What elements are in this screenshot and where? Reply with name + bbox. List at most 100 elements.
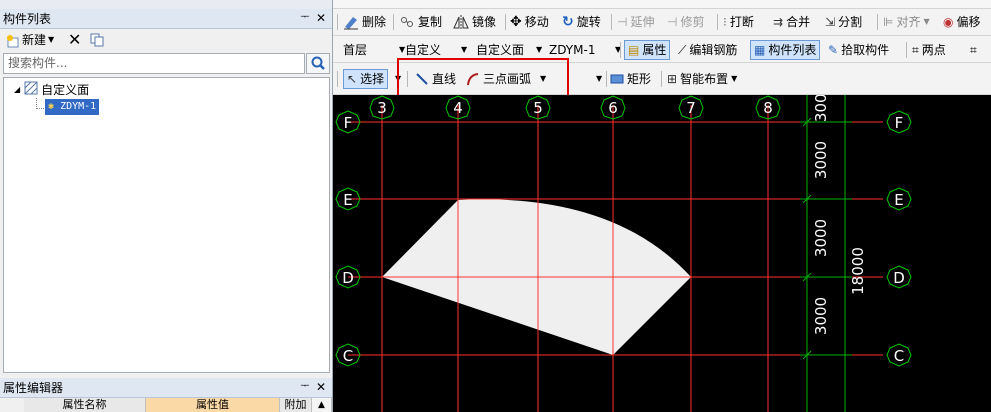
align-button[interactable]: ⊫ 对齐 ▼ [883,12,930,32]
component-tree: ◢ 自定义面 ✱ ZDYM-1 [3,77,330,373]
dimension-text: 3000 [812,219,830,257]
axis-label-row: D [342,269,354,287]
edit-rebar-button[interactable]: ⟋ 编辑钢筋 [678,40,737,60]
offset-button[interactable]: ◉ 偏移 [943,12,981,32]
copy-component-icon[interactable] [90,29,104,51]
dropdown-arrow-icon: ▼ [48,35,55,44]
search-icon [311,56,325,70]
split-button[interactable]: ⇲ 分割 [825,12,862,32]
search-input[interactable]: 搜索构件... [3,53,305,74]
axis-bubble-col[interactable]: 7 [678,95,704,120]
merge-icon: ⇉ [773,15,784,29]
rectangle-button[interactable]: 矩形 [610,69,651,89]
copy-label: 复制 [418,15,443,29]
search-button[interactable] [306,53,330,74]
align-icon: ⊫ [883,15,894,29]
axis-bubble-row[interactable]: C [886,343,912,367]
move-button[interactable]: ✥ 移动 [510,12,549,32]
delete-component-icon[interactable]: ✕ [68,29,81,51]
component-list-title-text: 构件列表 [3,12,52,26]
align-label: 对齐 [896,15,921,29]
prop-col-value[interactable]: 属性值 [146,398,280,412]
edit-rebar-label: 编辑钢筋 [689,43,738,57]
axis-bubble-col[interactable]: 6 [600,95,626,120]
axis-label-col: 4 [453,99,463,117]
delete-button[interactable]: 删除 [343,12,386,32]
trim-icon: ⊣ [667,15,678,29]
axis-bubble-row[interactable]: E [886,187,912,211]
new-button[interactable]: 新建 ▼ [6,29,54,51]
axis-label-row: C [343,347,353,365]
property-editor-title-text: 属性编辑器 [3,381,64,395]
component-list-button[interactable]: ▦ 构件列表 [750,40,821,60]
component-select[interactable]: ZDYM-1 ▼ [549,40,621,60]
rebar-icon: ⟋ [678,43,687,57]
row-axis-bubbles-left: F E D C [335,110,361,367]
pin-icon[interactable]: ᅮ [300,381,310,393]
merge-button[interactable]: ⇉ 合并 [773,12,810,32]
pin-icon[interactable]: ᅮ [300,12,310,24]
new-button-label: 新建 [22,33,47,47]
collapse-icon[interactable]: ◢ [14,82,20,98]
component-list-panel: 构件列表 ᅮ ✕ 新建 ▼ ✕ 搜索构件... ◢ 自定义面 ✱ ZDYM-1 … [0,0,332,412]
axis-bubble-col[interactable]: 8 [755,95,781,120]
axis-bubble-col[interactable]: 5 [525,95,551,120]
toolbar-top-edge [333,0,991,9]
move-icon: ✥ [510,14,522,30]
edit-toolbar: 删除 复制 镜像 ✥ 移动 ↻ 旋转 ⊣ 延伸 ⊣ 修剪 ⁝ 打断 ⇉ 合并 ⇲… [333,9,991,36]
properties-button[interactable]: ▤ 属性 [624,40,671,60]
two-points-icon: ⌗ [912,43,919,57]
break-label: 打断 [729,15,754,29]
pick-icon: ✎ [828,43,839,57]
close-icon[interactable]: ✕ [314,11,328,25]
axis-label-col: 3 [377,99,387,117]
dimension-text: 3000 [812,297,830,335]
prop-col-name[interactable]: 属性名称 [24,398,146,412]
axis-bubble-col[interactable]: 3 [369,95,395,120]
drawing-svg[interactable]: 3 4 5 6 7 8 F E D C F E D C 3000 3000 30… [333,95,991,412]
pick-component-button[interactable]: ✎ 拾取构件 [828,40,889,60]
tree-line [36,108,44,110]
smart-layout-button[interactable]: ⊞ 智能布置 ▼ [667,69,737,89]
copy-button[interactable]: 复制 [399,12,442,32]
axis-label-row: E [894,191,903,209]
scroll-up-icon[interactable]: ▲ [312,398,332,412]
eraser-icon [344,17,358,30]
extend-button[interactable]: ⊣ 延伸 [617,12,654,32]
mirror-button[interactable]: 镜像 [453,12,496,32]
category-select[interactable]: 自定义 ▼ [405,40,468,60]
break-button[interactable]: ⁝ 打断 [723,12,754,32]
component-list-title: 构件列表 ᅮ ✕ [0,9,332,29]
trim-button[interactable]: ⊣ 修剪 [667,12,704,32]
tree-node-zdym1[interactable]: ✱ ZDYM-1 [45,99,100,115]
extend-icon: ⊣ [617,15,628,29]
offset-icon: ◉ [943,15,954,29]
smart-layout-icon: ⊞ [667,72,678,86]
tree-node-selected[interactable]: ✱ ZDYM-1 [45,99,100,115]
axis-bubble-row[interactable]: F [886,110,912,134]
tree-node-root[interactable]: ◢ 自定义面 [14,81,90,98]
select-label: 选择 [360,72,385,86]
type-value: 自定义面 [476,43,525,57]
more-icon[interactable]: ⌗ [970,40,977,60]
dropdown-arrow-icon[interactable]: ▼ [596,69,602,89]
axis-bubble-col[interactable]: 4 [445,95,471,120]
select-button[interactable]: ↖ 选择 [343,69,389,89]
rotate-button[interactable]: ↻ 旋转 [562,12,601,32]
drawing-canvas[interactable]: 3 4 5 6 7 8 F E D C F E D C 3000 3000 30… [333,95,991,412]
category-value: 自定义 [405,43,442,57]
two-points-button[interactable]: ⌗ 两点 [912,40,946,60]
rectangle-icon [610,74,624,84]
close-icon[interactable]: ✕ [314,380,328,394]
tree-root-label: 自定义面 [41,83,90,97]
property-editor-title: 属性编辑器 ᅮ ✕ [0,378,332,398]
dropdown-arrow-icon: ▼ [461,45,468,54]
floor-value: 首层 [343,43,368,57]
window-edge [0,0,332,9]
axis-bubble-row[interactable]: D [886,265,912,289]
prop-col-extra[interactable]: 附加 [280,398,312,412]
component-value: ZDYM-1 [549,43,596,57]
type-select[interactable]: 自定义面 ▼ [476,40,542,60]
floor-select[interactable]: 首层 ▼ [343,40,405,60]
axis-label-row: E [343,191,352,209]
